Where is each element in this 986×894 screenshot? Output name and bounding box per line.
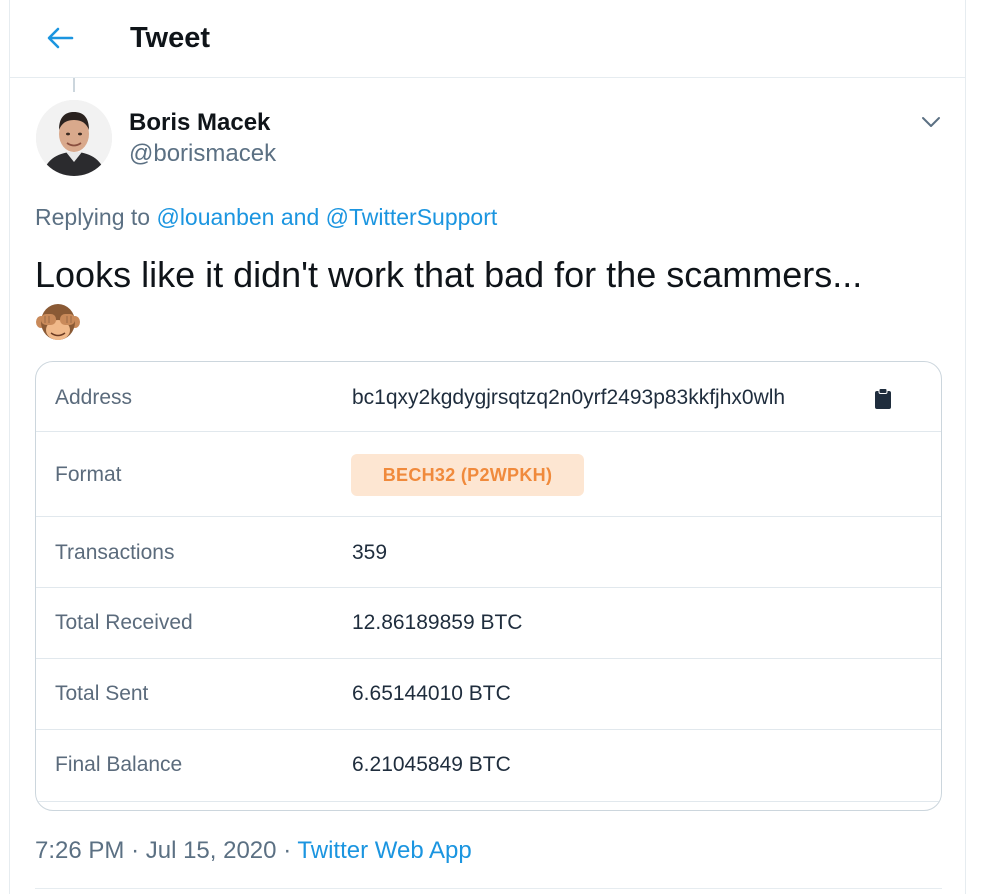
tweet-date[interactable]: Jul 15, 2020: [146, 837, 277, 864]
thread-line: [73, 78, 75, 92]
chevron-down-icon: [922, 117, 940, 127]
total-received-label: Total Received: [55, 611, 193, 634]
tweet-time[interactable]: 7:26 PM: [35, 837, 124, 864]
monkey-emoji-icon: [36, 304, 80, 340]
total-sent-label: Total Sent: [55, 682, 149, 705]
format-badge: BECH32 (P2WPKH): [351, 454, 584, 496]
replying-to: Replying to @louanben and @TwitterSuppor…: [35, 202, 497, 232]
tweet-text: Looks like it didn't work that bad for t…: [35, 254, 863, 295]
card-row-address: Address bc1qxy2kgdygjrsqtzq2n0yrf2493p83…: [36, 362, 941, 432]
card-row-total-received: Total Received 12.86189859 BTC: [36, 588, 941, 659]
header: Tweet: [10, 0, 965, 78]
replying-and[interactable]: and: [281, 204, 319, 230]
clipboard-icon[interactable]: [874, 388, 892, 410]
card-row-transactions: Transactions 359: [36, 517, 941, 588]
see-no-evil-monkey-emoji: 🙈: [35, 300, 81, 346]
page-title: Tweet: [130, 22, 211, 54]
tweet-source[interactable]: Twitter Web App: [297, 837, 471, 864]
card-row-final-balance: Final Balance 6.21045849 BTC: [36, 730, 941, 802]
wallet-card[interactable]: Address bc1qxy2kgdygjrsqtzq2n0yrf2493p83…: [35, 361, 942, 811]
card-row-format: Format BECH32 (P2WPKH): [36, 432, 941, 517]
meta-separator: ·: [283, 837, 292, 864]
author-handle[interactable]: @borismacek: [129, 139, 276, 169]
more-options-button[interactable]: [916, 107, 946, 137]
transactions-value: 359: [352, 541, 388, 564]
mention-twittersupport[interactable]: @TwitterSupport: [326, 204, 498, 230]
avatar-image: [36, 100, 112, 176]
address-value: bc1qxy2kgdygjrsqtzq2n0yrf2493p83kkfjhx0w…: [352, 386, 786, 409]
total-sent-value: 6.65144010 BTC: [352, 682, 511, 705]
author-name[interactable]: Boris Macek: [129, 108, 270, 138]
total-received-value: 12.86189859 BTC: [352, 611, 523, 634]
arrow-left-icon: [47, 27, 74, 49]
final-balance-value: 6.21045849 BTC: [352, 753, 511, 776]
tweet-meta: 7:26 PM · Jul 15, 2020 · Twitter Web App: [35, 835, 472, 867]
divider: [35, 888, 942, 889]
back-button[interactable]: [40, 20, 80, 56]
final-balance-label: Final Balance: [55, 753, 183, 776]
address-label: Address: [55, 386, 133, 409]
mention-louanben[interactable]: @louanben: [156, 204, 274, 230]
replying-prefix: Replying to: [35, 204, 151, 230]
avatar[interactable]: [36, 100, 112, 176]
card-row-total-sent: Total Sent 6.65144010 BTC: [36, 659, 941, 730]
format-label: Format: [55, 463, 122, 486]
meta-separator: ·: [131, 837, 140, 864]
tweet-column: Tweet Boris Macek @borismacek Replying t…: [9, 0, 966, 894]
transactions-label: Transactions: [55, 541, 175, 564]
